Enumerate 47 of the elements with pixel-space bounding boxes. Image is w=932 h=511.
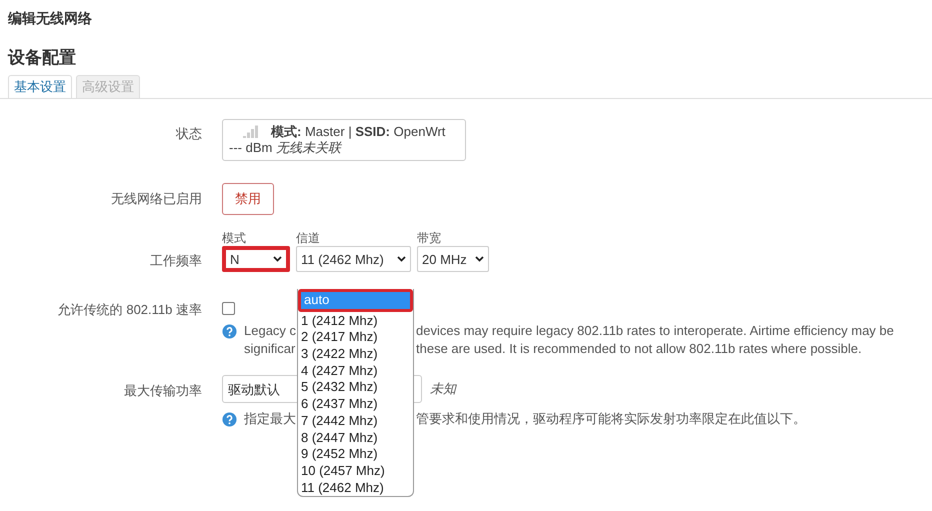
help-icon — [222, 324, 237, 339]
select-caption: 带宽 — [417, 231, 442, 246]
field-label: 允许传统的 802.11b 速率 — [56, 301, 202, 319]
field-label: 状态 — [174, 125, 202, 143]
tab[interactable]: 基本设置 — [8, 75, 72, 98]
select-caption: 模式 — [222, 231, 247, 246]
dropdown-option[interactable]: 5 (2432 Mhz) — [298, 379, 413, 396]
status-note: 无线未关联 — [276, 140, 341, 155]
dropdown-option[interactable]: 4 (2427 Mhz) — [298, 362, 413, 380]
field-label: 最大传输功率 — [123, 382, 202, 400]
mode-label: 模式: — [271, 124, 302, 139]
select-field[interactable]: N — [222, 246, 290, 272]
mode-value: Master — [304, 124, 345, 139]
separator: | — [348, 124, 352, 139]
select-caption: 信道 — [296, 231, 321, 246]
field-label: 无线网络已启用 — [110, 190, 202, 208]
signal-icon — [243, 124, 259, 138]
help-text: 管要求和使用情况，驱动程序可能将实际发射功率限定在此值以下。 — [416, 411, 806, 427]
select-field[interactable]: 20 MHz — [417, 246, 489, 272]
disable-button[interactable]: 禁用 — [222, 183, 274, 215]
dropdown-option[interactable]: 8 (2447 Mhz) — [298, 430, 413, 446]
dropdown-option[interactable]: 3 (2422 Mhz) — [298, 346, 413, 363]
select-field[interactable]: 11 (2462 Mhz) — [296, 246, 411, 272]
section-title: 设备配置 — [6, 47, 77, 69]
ssid-label: SSID: — [355, 124, 390, 139]
dropdown-option[interactable]: 1 (2412 Mhz) — [298, 312, 413, 330]
help-text: Legacy c — [244, 323, 296, 339]
help-text: significar — [244, 341, 296, 357]
dropdown-option[interactable]: 6 (2437 Mhz) — [298, 396, 413, 413]
help-text: these are used. It is recommended to not allow 802.11b rates where possible. — [416, 341, 862, 357]
help-text: devices may require legacy 802.11b rates to interoperate. Airtime efficiency may be — [416, 323, 894, 339]
power-current: 未知 — [430, 380, 456, 398]
dropdown-option[interactable]: 11 (2462 Mhz) — [298, 480, 413, 496]
dropdown-option[interactable]: 10 (2457 Mhz) — [298, 462, 413, 480]
caret-icon — [273, 256, 282, 262]
field-label: 工作频率 — [149, 252, 202, 270]
signal-value: --- dBm — [229, 140, 272, 155]
page-title: 编辑无线网络 — [6, 9, 93, 28]
checkbox[interactable] — [222, 302, 235, 315]
caret-icon — [475, 256, 484, 262]
help-text: 指定最大 — [244, 411, 296, 427]
dropdown-option[interactable]: 9 (2452 Mhz) — [298, 446, 413, 463]
help-icon — [222, 412, 237, 427]
caret-icon — [397, 256, 406, 262]
dropdown-option[interactable]: 2 (2417 Mhz) — [298, 329, 413, 346]
dropdown-option[interactable]: 7 (2442 Mhz) — [298, 412, 413, 430]
ssid-value: OpenWrt — [394, 124, 446, 139]
